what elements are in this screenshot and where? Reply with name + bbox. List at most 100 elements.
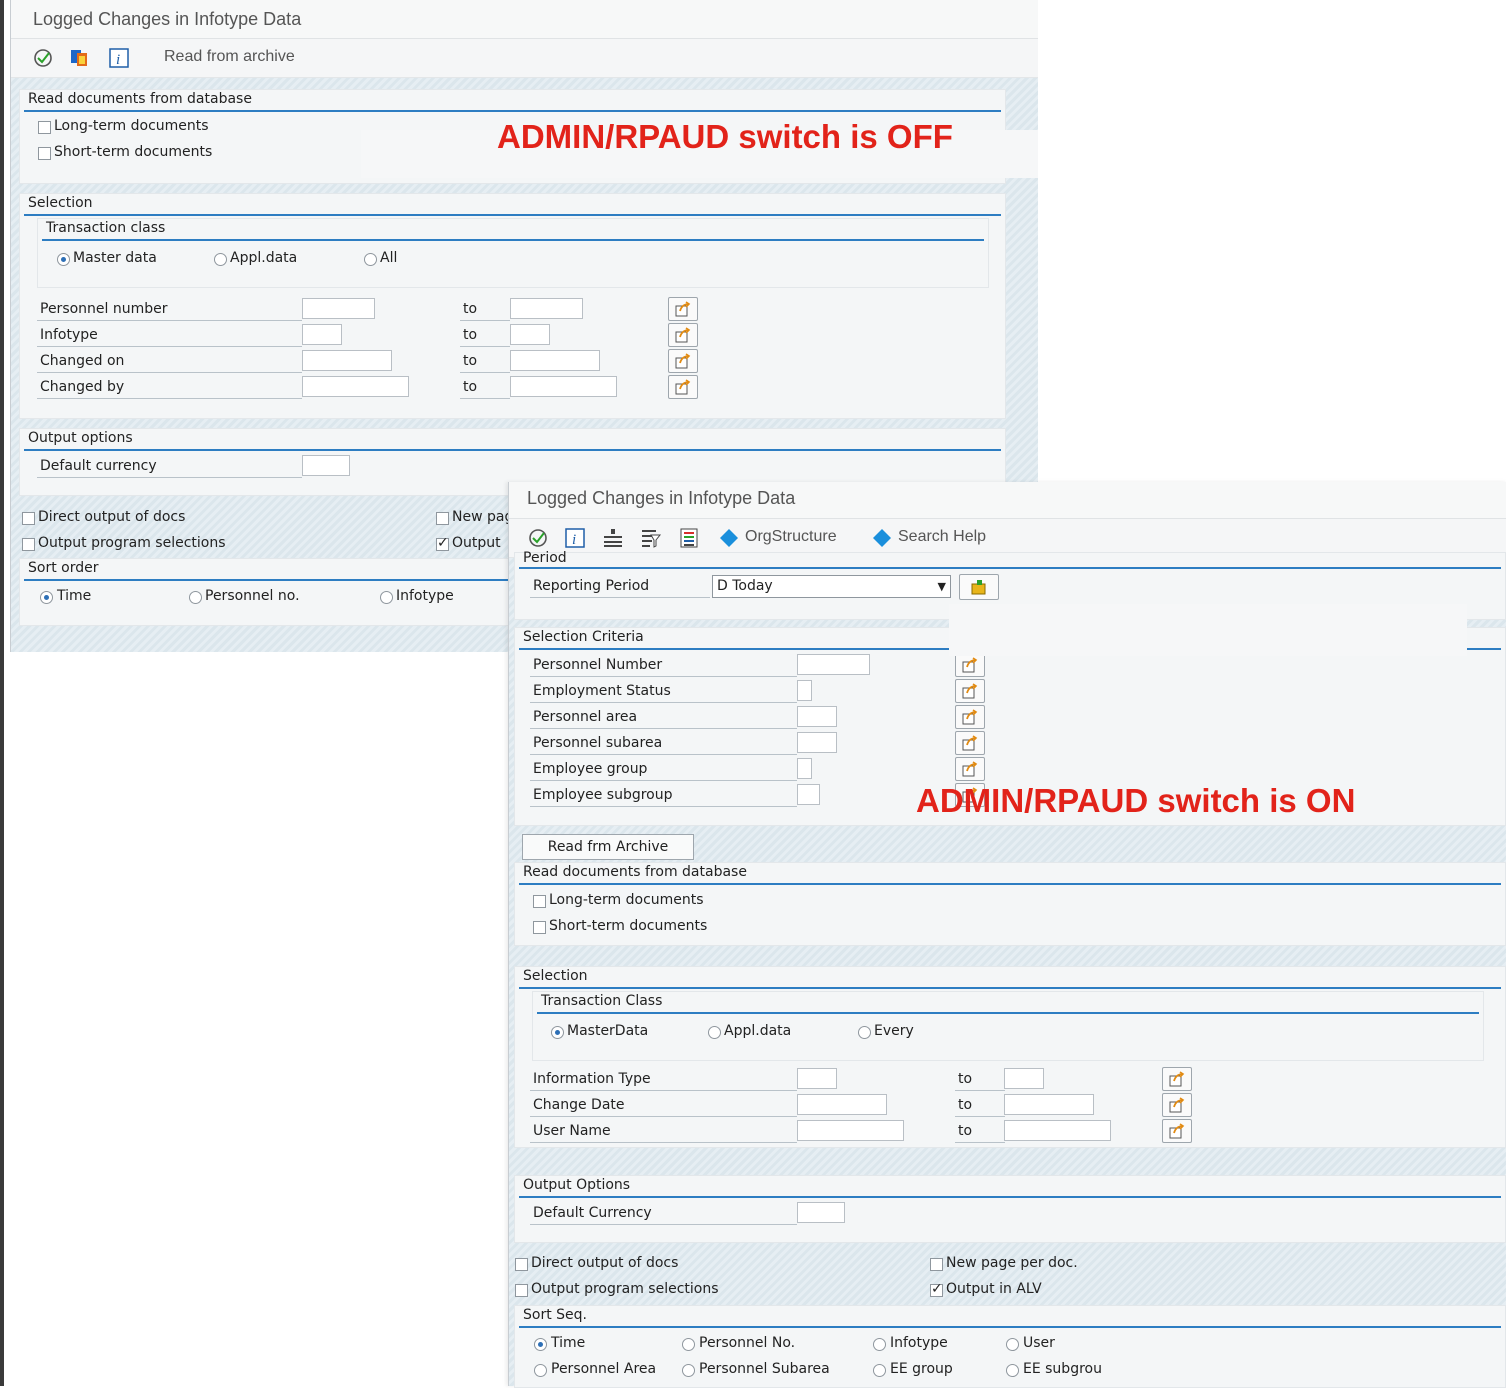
multiple-selection-button[interactable] bbox=[955, 679, 985, 703]
default-currency-input[interactable] bbox=[797, 1202, 845, 1223]
sort-ee-subgroup-radio[interactable] bbox=[1006, 1364, 1019, 1377]
search-help-button[interactable]: Search Help bbox=[898, 528, 986, 546]
field-label: Change Date bbox=[533, 1097, 625, 1113]
employee-subgroup-input[interactable] bbox=[797, 784, 820, 805]
information-type-to-input[interactable] bbox=[1004, 1068, 1044, 1089]
read-from-archive-button[interactable]: Read from archive bbox=[164, 48, 295, 66]
reporting-period-value: D Today bbox=[717, 578, 773, 594]
personnel-number-input[interactable] bbox=[797, 654, 870, 675]
group-title: Output options bbox=[28, 430, 133, 446]
change-date-to-input[interactable] bbox=[1004, 1094, 1094, 1115]
short-term-checkbox[interactable] bbox=[38, 147, 51, 160]
multiple-selection-button[interactable] bbox=[1162, 1067, 1192, 1091]
sort-time-radio[interactable] bbox=[40, 591, 53, 604]
multiple-selection-button[interactable] bbox=[668, 297, 698, 321]
sort-personnel-subarea-radio[interactable] bbox=[682, 1364, 695, 1377]
personnel-area-input[interactable] bbox=[797, 706, 837, 727]
information-type-from-input[interactable] bbox=[797, 1068, 837, 1089]
multiple-selection-button[interactable] bbox=[668, 375, 698, 399]
documents-icon[interactable] bbox=[69, 47, 91, 69]
reporting-period-select[interactable]: D Today ▼ bbox=[712, 575, 951, 598]
multiple-selection-button[interactable] bbox=[668, 323, 698, 347]
sort-time-radio[interactable] bbox=[534, 1338, 547, 1351]
long-term-checkbox[interactable] bbox=[38, 121, 51, 134]
group-title: Read documents from database bbox=[28, 91, 252, 107]
all-radio[interactable] bbox=[364, 253, 377, 266]
sort-user-radio[interactable] bbox=[1006, 1338, 1019, 1351]
transaction-class-group: Transaction class Master data Appl.data … bbox=[37, 218, 989, 288]
output-program-selections-label: Output program selections bbox=[531, 1281, 719, 1297]
direct-output-checkbox[interactable] bbox=[22, 512, 35, 525]
output-alv-label: Output bbox=[452, 535, 501, 551]
changed-by-to-input[interactable] bbox=[510, 376, 617, 397]
multiple-selection-button[interactable] bbox=[955, 705, 985, 729]
align-icon[interactable] bbox=[602, 527, 624, 549]
default-currency-input[interactable] bbox=[302, 455, 350, 476]
new-page-checkbox[interactable] bbox=[930, 1258, 943, 1271]
org-structure-button[interactable]: OrgStructure bbox=[745, 528, 837, 546]
output-program-selections-checkbox[interactable] bbox=[22, 538, 35, 551]
sort-personnel-area-radio[interactable] bbox=[534, 1364, 547, 1377]
change-date-from-input[interactable] bbox=[797, 1094, 887, 1115]
masterdata-radio[interactable] bbox=[551, 1026, 564, 1039]
read-from-archive-button[interactable]: Read frm Archive bbox=[522, 834, 694, 860]
execute-icon[interactable] bbox=[32, 47, 54, 69]
switch-off-annotation: ADMIN/RPAUD switch is OFF bbox=[497, 118, 953, 155]
multiple-selection-button[interactable] bbox=[1162, 1119, 1192, 1143]
multiple-selection-button[interactable] bbox=[668, 349, 698, 373]
window-title: Logged Changes in Infotype Data bbox=[33, 9, 302, 29]
group-title: Sort order bbox=[28, 560, 99, 576]
period-button[interactable] bbox=[959, 574, 999, 600]
sort-infotype-radio[interactable] bbox=[873, 1338, 886, 1351]
short-term-checkbox[interactable] bbox=[533, 921, 546, 934]
org-structure-icon[interactable] bbox=[718, 527, 740, 549]
output-alv-checkbox[interactable] bbox=[436, 535, 449, 551]
multiple-selection-button[interactable] bbox=[955, 757, 985, 781]
group-title: Selection bbox=[28, 195, 93, 211]
search-help-icon[interactable] bbox=[871, 527, 893, 549]
personnel-subarea-input[interactable] bbox=[797, 732, 837, 753]
info-icon[interactable]: i bbox=[564, 527, 586, 549]
personnel-number-from-input[interactable] bbox=[302, 298, 375, 319]
output-program-selections-checkbox[interactable] bbox=[515, 1284, 528, 1297]
changed-on-from-input[interactable] bbox=[302, 350, 392, 371]
appl-data-radio[interactable] bbox=[708, 1026, 721, 1039]
infotype-from-input[interactable] bbox=[302, 324, 342, 345]
personnel-number-to-input[interactable] bbox=[510, 298, 583, 319]
sort-ee-group-radio[interactable] bbox=[873, 1364, 886, 1377]
new-page-checkbox[interactable] bbox=[436, 512, 449, 525]
master-data-radio[interactable] bbox=[57, 253, 70, 266]
long-term-checkbox[interactable] bbox=[533, 895, 546, 908]
to-label: to bbox=[463, 301, 478, 317]
user-name-to-input[interactable] bbox=[1004, 1120, 1111, 1141]
group-title: Period bbox=[523, 550, 567, 566]
multiple-selection-button[interactable] bbox=[1162, 1093, 1192, 1117]
infotype-to-input[interactable] bbox=[510, 324, 550, 345]
svg-text:i: i bbox=[116, 52, 120, 68]
sort-time-label: Time bbox=[57, 588, 92, 604]
sort-personnel-area-label: Personnel Area bbox=[551, 1361, 657, 1377]
sort-personnel-subarea-label: Personnel Subarea bbox=[699, 1361, 830, 1377]
filter-list-icon[interactable] bbox=[640, 527, 662, 549]
employment-status-input[interactable] bbox=[797, 680, 812, 701]
user-name-from-input[interactable] bbox=[797, 1120, 904, 1141]
default-currency-label: Default Currency bbox=[533, 1205, 652, 1221]
appl-data-radio[interactable] bbox=[214, 253, 227, 266]
sort-personnel-radio[interactable] bbox=[189, 591, 202, 604]
sort-seq-group: Sort Seq. Time Personnel No. Infotype Us… bbox=[514, 1305, 1506, 1388]
variant-list-icon[interactable] bbox=[678, 527, 700, 549]
execute-icon[interactable] bbox=[527, 527, 549, 549]
sort-infotype-radio[interactable] bbox=[380, 591, 393, 604]
multiple-selection-button[interactable] bbox=[955, 731, 985, 755]
toolbar: i Read from archive bbox=[11, 39, 1038, 78]
employee-group-input[interactable] bbox=[797, 758, 812, 779]
direct-output-checkbox[interactable] bbox=[515, 1258, 528, 1271]
output-alv-checkbox[interactable] bbox=[930, 1281, 943, 1297]
changed-on-to-input[interactable] bbox=[510, 350, 600, 371]
sort-ee-group-label: EE group bbox=[890, 1361, 953, 1377]
changed-by-from-input[interactable] bbox=[302, 376, 409, 397]
every-radio[interactable] bbox=[858, 1026, 871, 1039]
multiple-selection-button[interactable] bbox=[955, 653, 985, 677]
sort-personnel-no-radio[interactable] bbox=[682, 1338, 695, 1351]
info-icon[interactable]: i bbox=[108, 47, 130, 69]
